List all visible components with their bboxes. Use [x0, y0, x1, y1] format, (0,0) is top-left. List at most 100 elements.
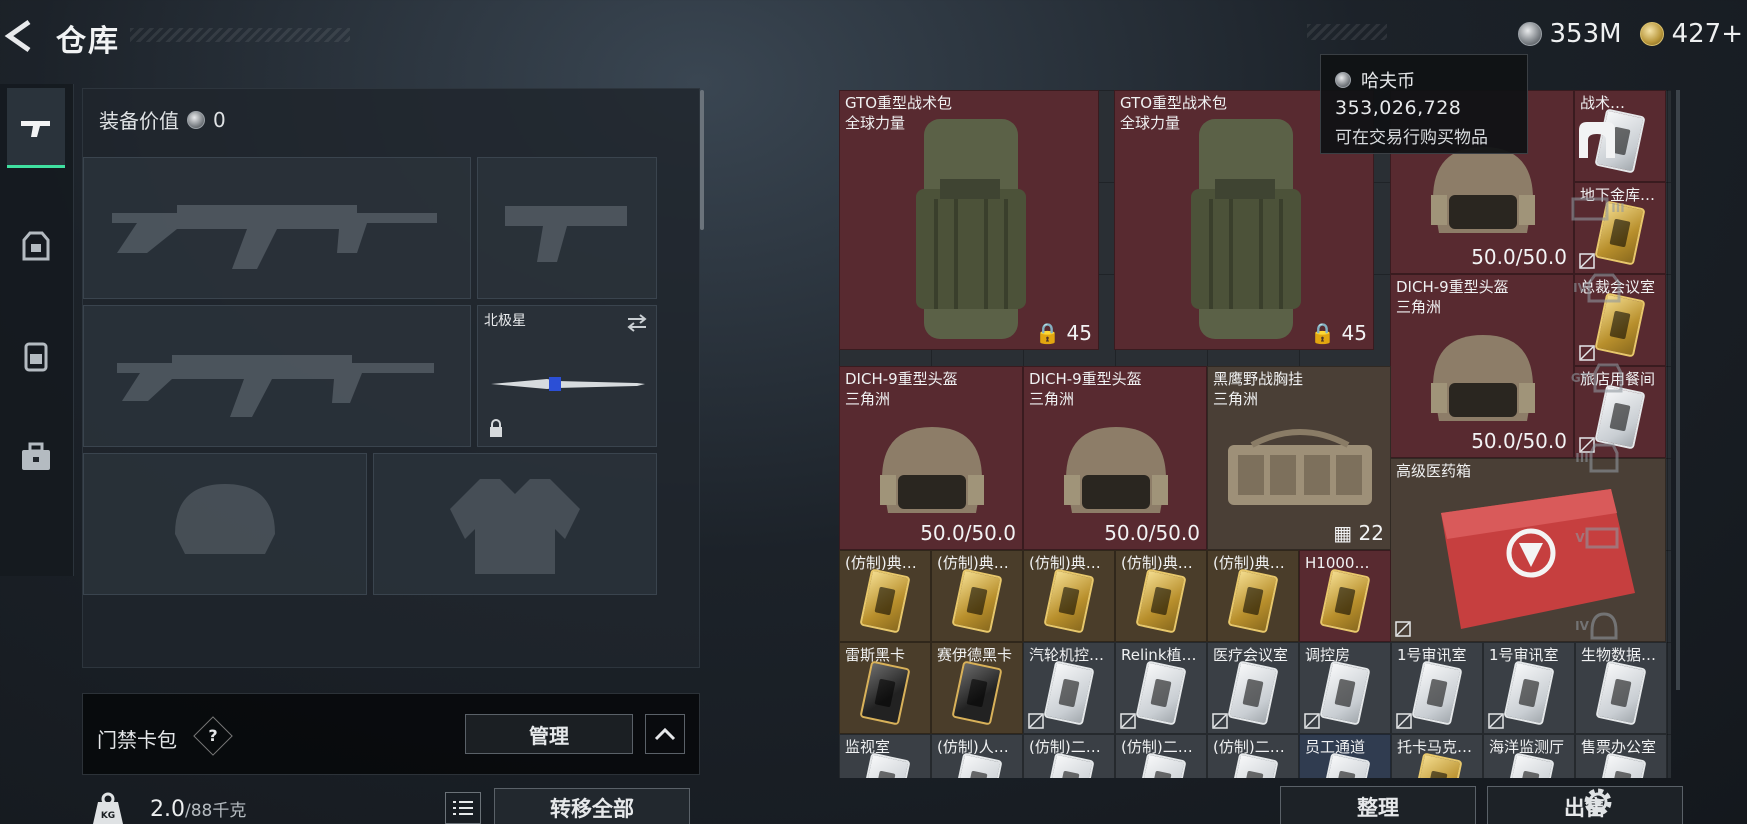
keycard-image — [1319, 660, 1371, 726]
tab-armor-v[interactable]: V — [1568, 510, 1626, 566]
stash-item-keycard[interactable]: 赛伊德黑卡 — [931, 642, 1023, 734]
item-subname: 三角洲 — [1029, 390, 1075, 408]
tab-safe-box[interactable] — [1568, 112, 1626, 168]
collapse-button[interactable] — [645, 714, 685, 754]
toolbox-icon — [22, 442, 50, 470]
tab-armor-gti[interactable]: GTI — [1568, 350, 1626, 406]
tidy-button[interactable]: 整理 — [1280, 786, 1476, 824]
page-title: 仓库 — [56, 24, 120, 59]
stash-item-keycard[interactable]: 1号审讯室 — [1391, 642, 1483, 734]
unlocked-icon — [1212, 713, 1228, 729]
gold-currency[interactable]: 427+ — [1639, 19, 1743, 49]
body-armor-slot[interactable] — [373, 453, 657, 595]
manage-button[interactable]: 管理 — [465, 714, 633, 754]
melee-slot[interactable]: 北极星 — [477, 305, 657, 447]
equipment-value: 装备价值 0 — [99, 105, 226, 134]
currency-tooltip: 哈夫币 353,026,728 可在交易行购买物品 — [1320, 54, 1528, 154]
item-name: 高级医药箱 — [1396, 462, 1472, 480]
stash-item-keycard[interactable]: (仿制)二… — [1023, 734, 1115, 778]
tab-armor-iii[interactable]: III — [1568, 430, 1626, 486]
item-name: DICH-9重型头盔 — [845, 370, 958, 388]
tab-armor-iv[interactable]: IV — [1568, 260, 1626, 316]
back-button[interactable] — [0, 14, 36, 58]
stash-item-keycard[interactable]: (仿制)典… — [931, 550, 1023, 642]
tooltip-name: 哈夫币 — [1361, 71, 1415, 92]
item-name: (仿制)典… — [1121, 554, 1193, 572]
keycard-image — [951, 752, 1003, 778]
keycard-image — [1411, 660, 1463, 726]
transfer-all-button[interactable]: 转移全部 — [494, 788, 690, 824]
stash-item-keycard[interactable]: (仿制)典… — [1023, 550, 1115, 642]
equipment-value-label: 装备价值 — [99, 109, 179, 133]
keycard-image — [1043, 752, 1095, 778]
stash-item-helmet[interactable]: DICH-9重型头盔 三角洲 50.0/50.0 — [839, 366, 1023, 550]
tooltip-description: 可在交易行购买物品 — [1335, 128, 1488, 148]
primary-weapon-slot[interactable] — [83, 157, 471, 299]
stash-item-keycard[interactable]: 海洋监测厅 — [1483, 734, 1575, 778]
tab-weapons[interactable] — [7, 88, 65, 168]
chevron-up-icon — [654, 727, 676, 741]
stash-item-keycard[interactable]: 员工通道 — [1299, 734, 1391, 778]
gear-icon[interactable] — [1580, 784, 1616, 820]
stash-item-keycard[interactable]: H1000… — [1299, 550, 1391, 642]
weight-current: 2.0 — [150, 797, 185, 822]
tab-helmet-iv[interactable]: IV — [1568, 598, 1626, 654]
tooltip-amount: 353,026,728 — [1335, 97, 1462, 119]
helmet-image — [880, 427, 984, 513]
stash-item-keycard[interactable]: 托卡马克… — [1391, 734, 1483, 778]
equipment-scrollbar[interactable] — [700, 90, 704, 230]
stash-item-keycard[interactable]: Relink植… — [1115, 642, 1207, 734]
list-view-button[interactable] — [445, 792, 481, 824]
item-subname: 全球力量 — [1120, 114, 1181, 132]
stash-item-keycard[interactable]: 监视室 — [839, 734, 931, 778]
stash-item-keycard[interactable]: 汽轮机控… — [1023, 642, 1115, 734]
keycard-bag-bar: 门禁卡包 ? 管理 — [82, 693, 700, 775]
stash-grid: GTO重型战术包 全球力量 🔒 45 GTO重型战术包 全球力量 🔒 45 50… — [839, 90, 1671, 778]
stash-scrollbar[interactable] — [1676, 90, 1680, 690]
item-name: 赛伊德黑卡 — [937, 646, 1013, 664]
helmet-slot[interactable] — [83, 453, 367, 595]
stash-item-keycard[interactable]: (仿制)典… — [839, 550, 931, 642]
stash-item-keycard[interactable]: (仿制)人… — [931, 734, 1023, 778]
silver-currency[interactable]: 353M — [1517, 19, 1622, 49]
item-subname: 全球力量 — [845, 114, 906, 132]
backpack-image — [1191, 119, 1301, 339]
item-name: (仿制)二… — [1029, 738, 1101, 756]
keycard-image — [1411, 752, 1463, 778]
stash-item-keycard[interactable]: 1号审讯室 — [1483, 642, 1575, 734]
armor-icon — [22, 231, 50, 261]
stash-item-keycard[interactable]: 医疗会议室 — [1207, 642, 1299, 734]
stash-item-backpack[interactable]: GTO重型战术包 全球力量 🔒 45 — [839, 90, 1099, 350]
stash-item-keycard[interactable]: (仿制)典… — [1207, 550, 1299, 642]
tab-rig[interactable]: III — [1568, 180, 1626, 236]
secondary-weapon-slot[interactable] — [83, 305, 471, 447]
help-icon[interactable]: ? — [193, 716, 233, 756]
stash-item-chest-rig[interactable]: 黑鹰野战胸挂 三角洲 ▦ 22 — [1207, 366, 1391, 550]
item-name: (仿制)二… — [1121, 738, 1193, 756]
keycard-image — [1227, 660, 1279, 726]
tab-tools[interactable] — [7, 416, 65, 496]
equipment-panel: 装备价值 0 北极星 胸挂 / 2 — [82, 88, 700, 668]
stash-item-keycard[interactable]: (仿制)二… — [1115, 734, 1207, 778]
currency-bar: 353M 427+ — [1517, 14, 1747, 54]
swap-icon[interactable] — [626, 314, 648, 332]
equipment-value-amount: 0 — [213, 107, 226, 132]
stash-item-keycard[interactable]: 调控房 — [1299, 642, 1391, 734]
melee-name: 北极星 — [484, 313, 526, 329]
keycard-image — [1043, 660, 1095, 726]
unlocked-icon — [1120, 713, 1136, 729]
item-name: 黑鹰野战胸挂 — [1213, 370, 1304, 388]
stash-item-keycard[interactable]: (仿制)二… — [1207, 734, 1299, 778]
pistol-slot[interactable] — [477, 157, 657, 299]
stash-item-keycard[interactable]: 雷斯黑卡 — [839, 642, 931, 734]
knife-icon — [491, 377, 645, 392]
unlocked-icon — [1395, 621, 1411, 637]
item-durability: 50.0/50.0 — [1471, 429, 1567, 453]
keycard-image — [1319, 568, 1371, 634]
stash-item-keycard[interactable]: (仿制)典… — [1115, 550, 1207, 642]
item-subname: 三角洲 — [845, 390, 891, 408]
tab-armor[interactable] — [7, 206, 65, 286]
stash-item-helmet[interactable]: DICH-9重型头盔 三角洲 50.0/50.0 — [1390, 274, 1574, 458]
stash-item-helmet[interactable]: DICH-9重型头盔 三角洲 50.0/50.0 — [1023, 366, 1207, 550]
tab-backpack[interactable] — [7, 316, 65, 396]
